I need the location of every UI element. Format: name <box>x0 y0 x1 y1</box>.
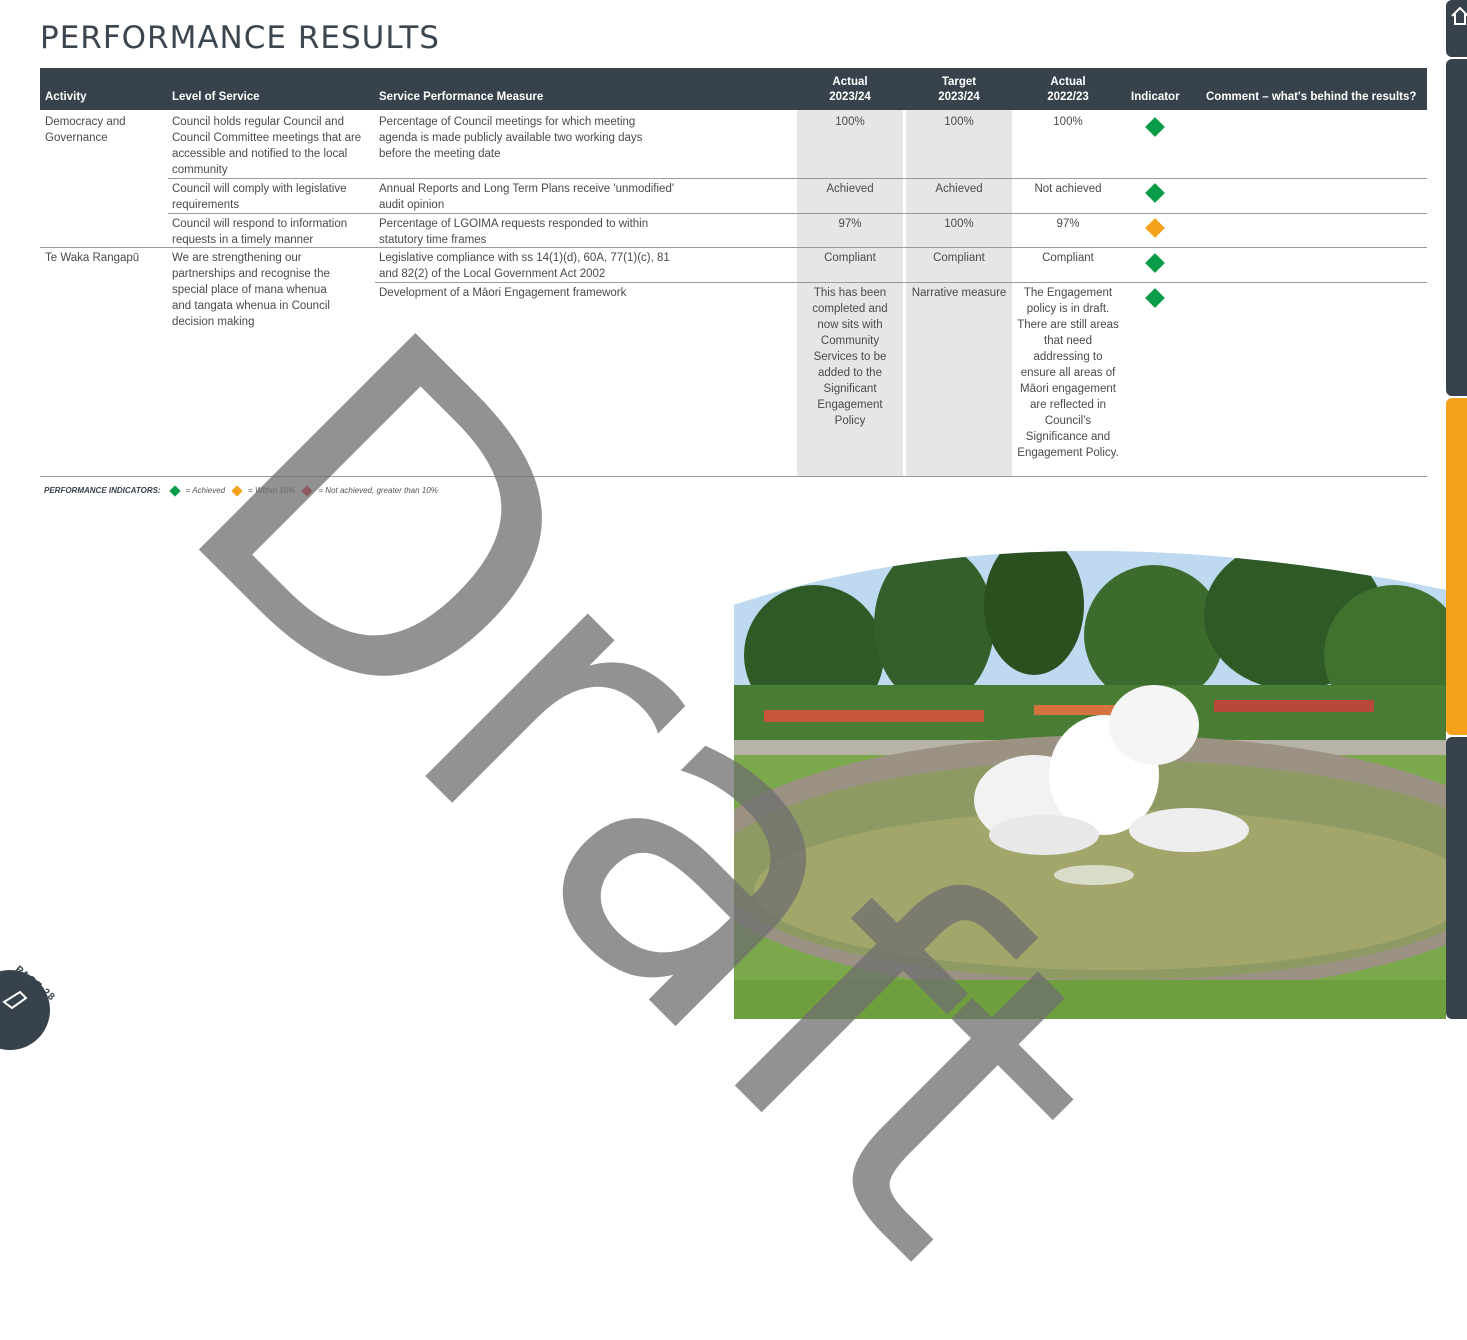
header-indicator: Indicator <box>1131 91 1180 103</box>
target-2324-value: 100% <box>944 116 974 128</box>
level-of-service: Council will comply with legislative req… <box>172 183 347 211</box>
legend-within: = Within 10% <box>248 486 296 495</box>
header-target-2324: Target 2023/24 <box>938 76 980 103</box>
level-of-service: Council holds regular Council and Counci… <box>172 116 362 176</box>
actual-2223-value: Compliant <box>1042 252 1094 264</box>
level-of-service: Council will respond to information requ… <box>172 218 348 246</box>
section-tab-active[interactable] <box>1446 398 1467 735</box>
row-divider <box>168 213 1427 214</box>
actual-2223-value: Not achieved <box>1034 183 1102 195</box>
table-header: Activity Level of Service Service Perfor… <box>40 68 1427 110</box>
achieved-legend-icon <box>168 484 181 497</box>
target-2324-value: 100% <box>944 218 974 230</box>
target-2324-value: Narrative measure <box>911 287 1007 299</box>
header-actual-2223: Actual 2022/23 <box>1047 76 1089 103</box>
row-divider <box>375 282 1427 283</box>
actual-2324-value: 100% <box>835 116 865 128</box>
legend-label: PERFORMANCE INDICATORS: <box>44 486 161 495</box>
header-actual-2324: Actual 2023/24 <box>829 76 871 103</box>
performance-indicators-legend: PERFORMANCE INDICATORS: = Achieved = Wit… <box>44 484 438 497</box>
target-2324-value: Compliant <box>933 252 985 264</box>
measure-text: Development of a Māori Engagement framew… <box>379 287 627 299</box>
actual-2324-value: Achieved <box>826 183 874 195</box>
home-tab[interactable] <box>1446 0 1467 57</box>
achieved-indicator-icon <box>1145 253 1165 273</box>
within-indicator-icon <box>1145 218 1165 238</box>
legend-not-achieved: = Not achieved, greater than 10% <box>318 486 438 495</box>
section-tab[interactable] <box>1446 737 1467 1019</box>
achieved-indicator-icon <box>1145 288 1165 308</box>
fountain-sculpture-photo <box>734 535 1446 1019</box>
header-level-of-service: Level of Service <box>172 91 260 103</box>
measure-text: Annual Reports and Long Term Plans recei… <box>379 183 675 211</box>
header-activity: Activity <box>45 91 87 103</box>
activity-democracy: Democracy and Governance <box>45 116 126 144</box>
header-comment: Comment – what's behind the results? <box>1206 91 1417 103</box>
performance-table: Activity Level of Service Service Perfor… <box>40 68 1427 110</box>
measure-text: Percentage of LGOIMA requests responded … <box>379 218 649 246</box>
measure-text: Percentage of Council meetings for which… <box>379 116 643 160</box>
level-of-service: We are strengthening our partnerships an… <box>172 252 330 328</box>
activity-te-waka-rangapu: Te Waka Rangapū <box>45 252 140 264</box>
actual-2324-value: This has been completed and now sits wit… <box>812 287 888 427</box>
actual-2223-value: 97% <box>1056 218 1080 230</box>
page-title: PERFORMANCE RESULTS <box>40 20 440 56</box>
achieved-indicator-icon <box>1145 117 1165 137</box>
actual-2324-value: 97% <box>838 218 862 230</box>
actual-2223-value: 100% <box>1053 116 1083 128</box>
actual-2324-value: Compliant <box>824 252 876 264</box>
measure-text: Legislative compliance with ss 14(1)(d),… <box>379 252 670 280</box>
row-divider <box>168 178 1427 179</box>
target-2324-value: Achieved <box>935 183 983 195</box>
achieved-indicator-icon <box>1145 183 1165 203</box>
section-tab[interactable] <box>1446 59 1467 396</box>
legend-achieved: = Achieved <box>185 486 226 495</box>
actual-2223-value: The Engagement policy is in draft. There… <box>1017 287 1119 459</box>
not-achieved-legend-icon <box>301 484 314 497</box>
home-icon <box>1451 6 1467 25</box>
within-legend-icon <box>231 484 243 497</box>
table-bottom-rule <box>40 476 1427 477</box>
header-measure: Service Performance Measure <box>379 91 544 103</box>
